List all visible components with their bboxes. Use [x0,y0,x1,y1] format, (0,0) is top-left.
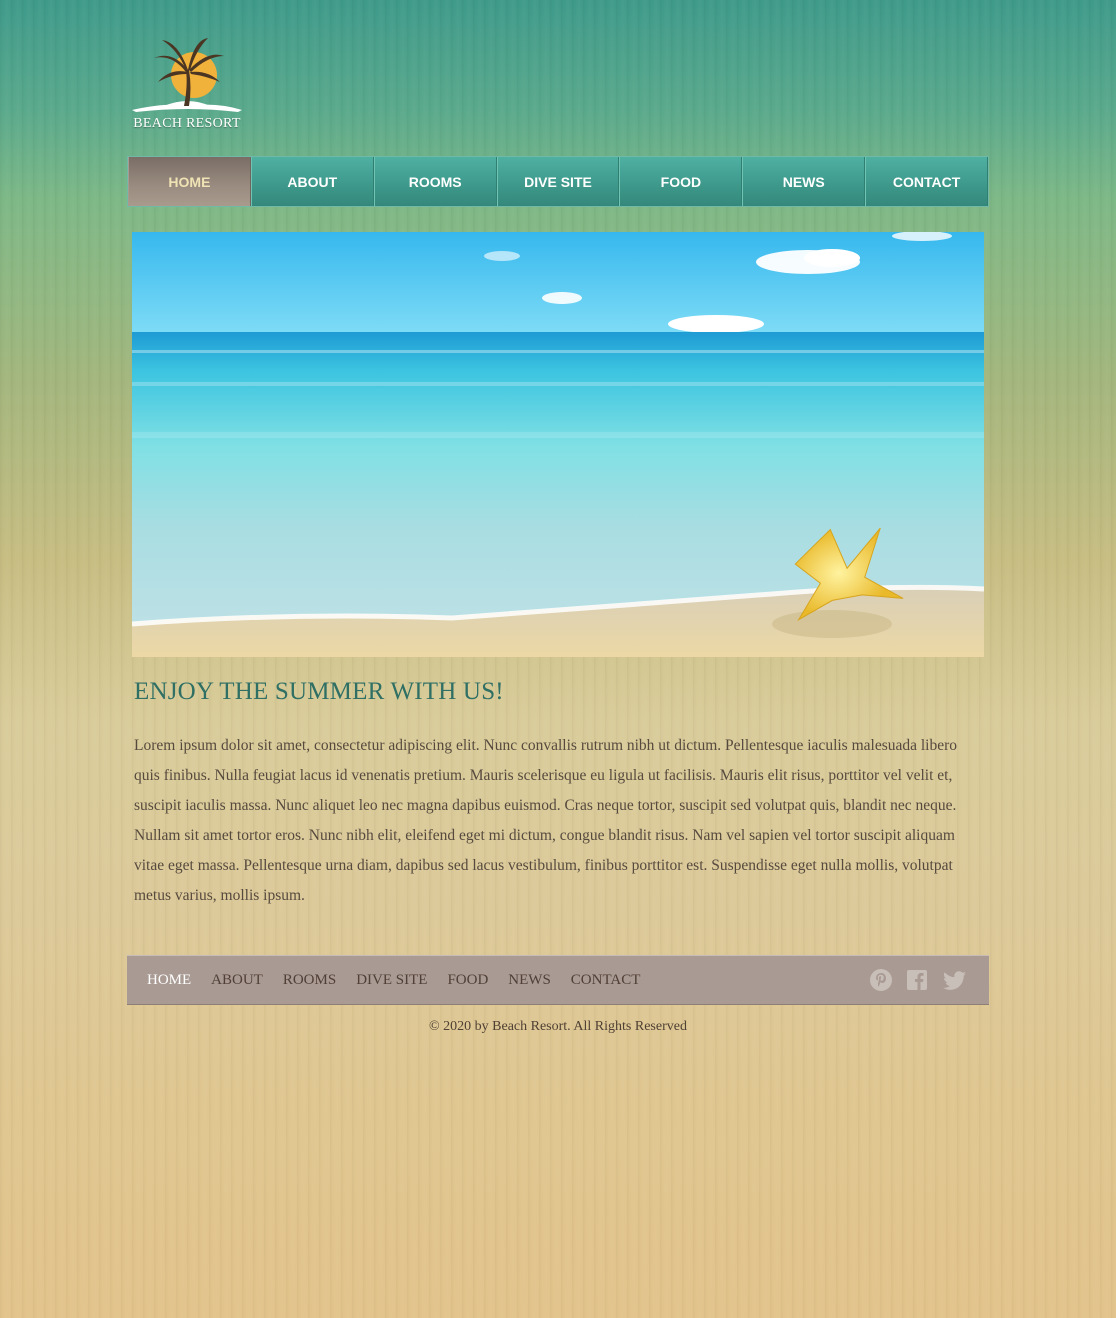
logo[interactable]: BEACH RESORT [128,32,246,136]
nav-item-food[interactable]: FOOD [619,157,743,206]
copyright-text: © 2020 by Beach Resort. All Rights Reser… [429,1019,687,1034]
intro-paragraph: Lorem ipsum dolor sit amet, consectetur … [134,737,958,904]
nav-item-news[interactable]: NEWS [742,157,866,206]
social-links [857,968,969,992]
hero-image [132,232,984,657]
footer-link-home[interactable]: HOME [147,972,191,989]
footer-link-dive-site[interactable]: DIVE SITE [356,972,427,989]
nav-item-dive-site[interactable]: DIVE SITE [496,157,620,206]
nav-item-contact[interactable]: CONTACT [865,157,989,206]
facebook-icon[interactable] [905,968,929,992]
footer-nav-bar: HOME ABOUT ROOMS DIVE SITE FOOD NEWS CON… [127,955,989,1005]
nav-item-about[interactable]: ABOUT [250,157,374,206]
footer-link-contact[interactable]: CONTACT [571,972,641,989]
brand-name: BEACH RESORT [133,116,241,131]
nav-item-home[interactable]: HOME [128,157,251,206]
main-nav: HOME ABOUT ROOMS DIVE SITE FOOD NEWS CON… [127,156,989,207]
footer-links: HOME ABOUT ROOMS DIVE SITE FOOD NEWS CON… [147,956,660,1004]
twitter-icon[interactable] [941,968,969,992]
palm-tree-logo-icon [132,38,242,112]
footer-link-food[interactable]: FOOD [447,972,488,989]
page-heading: ENJOY THE SUMMER WITH US! [134,678,504,705]
nav-item-rooms[interactable]: ROOMS [373,157,497,206]
footer-link-about[interactable]: ABOUT [211,972,263,989]
footer-link-rooms[interactable]: ROOMS [283,972,336,989]
pinterest-icon[interactable] [869,968,893,992]
footer-link-news[interactable]: NEWS [508,972,551,989]
